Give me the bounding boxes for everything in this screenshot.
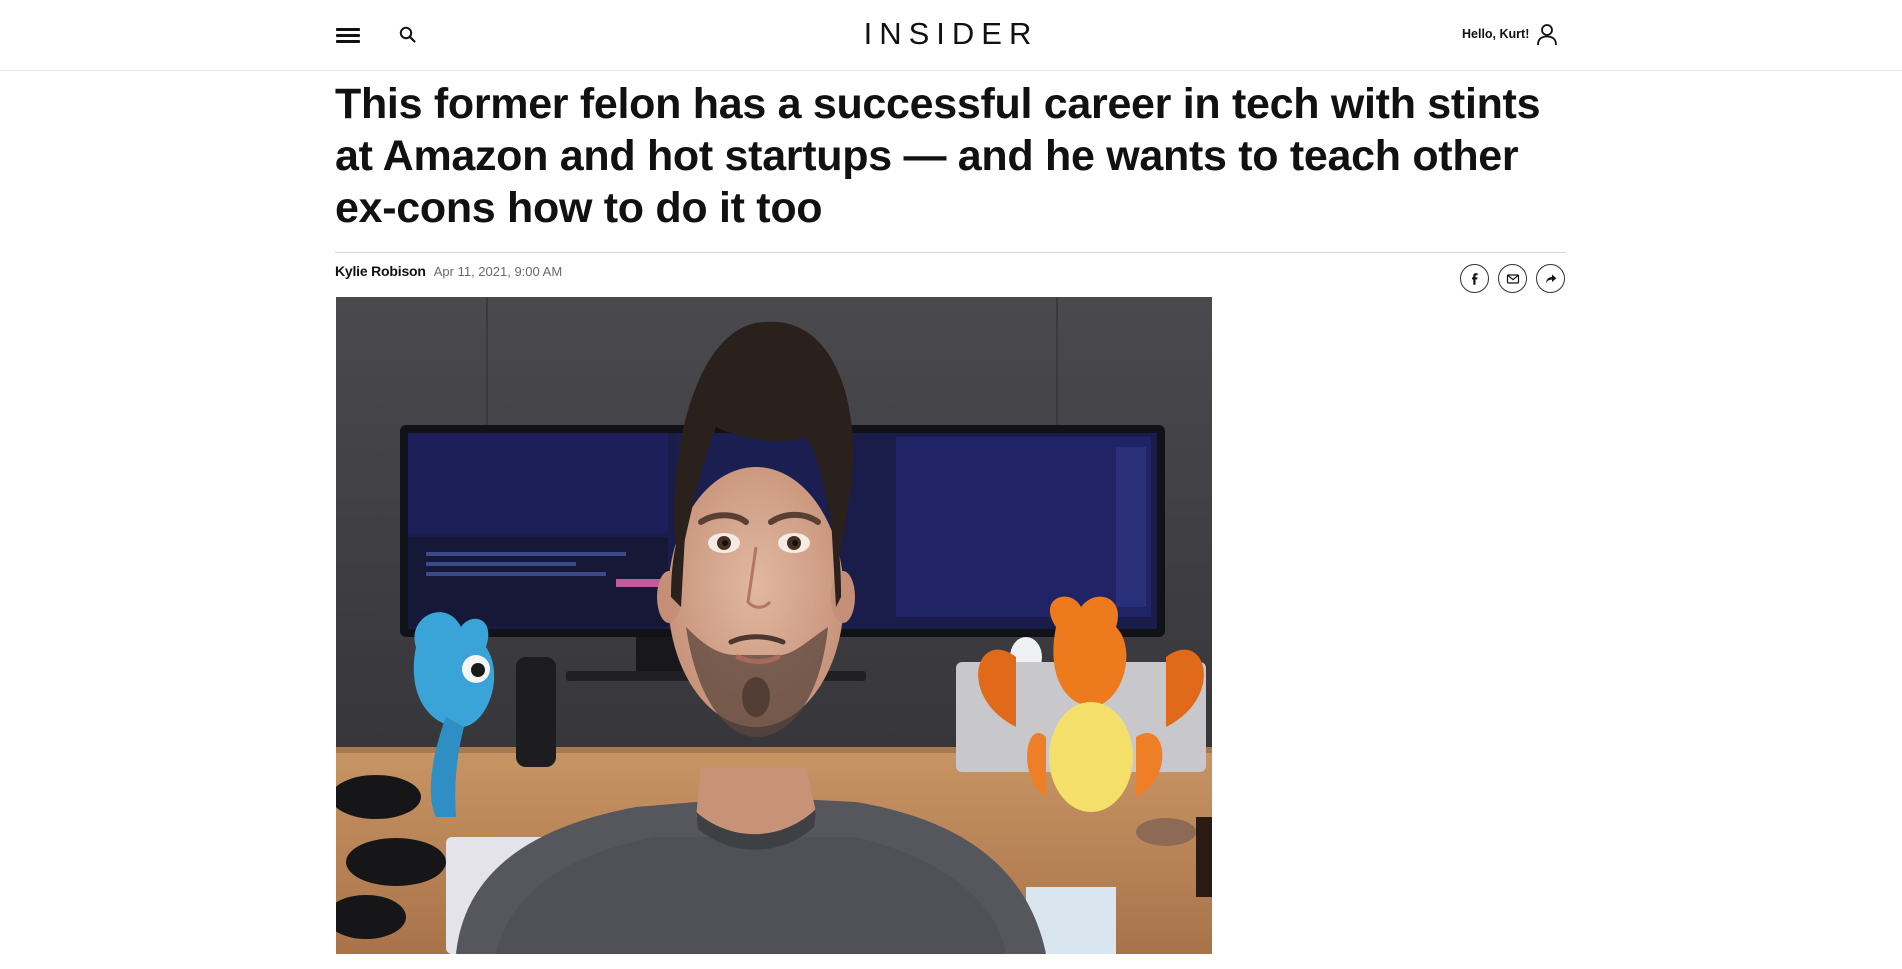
hamburger-menu-icon[interactable]: [336, 24, 360, 46]
user-greeting[interactable]: Hello, Kurt!: [1462, 27, 1529, 41]
byline: Kylie Robison Apr 11, 2021, 9:00 AM: [335, 263, 562, 279]
share-forward-icon: [1545, 274, 1556, 283]
publish-date: Apr 11, 2021, 9:00 AM: [433, 264, 563, 279]
facebook-icon: [1471, 272, 1478, 285]
more-share-button[interactable]: [1536, 264, 1565, 293]
email-share-button[interactable]: [1498, 264, 1527, 293]
headline-divider: [335, 252, 1566, 253]
author-link[interactable]: Kylie Robison: [335, 263, 426, 279]
search-icon[interactable]: [398, 25, 418, 45]
facebook-share-button[interactable]: [1460, 264, 1489, 293]
top-navigation-bar: INSIDER Hello, Kurt!: [0, 0, 1902, 71]
hero-image: [336, 297, 1212, 954]
user-icon[interactable]: [1536, 23, 1558, 47]
insider-logo[interactable]: INSIDER: [864, 16, 1039, 51]
email-icon: [1506, 273, 1519, 284]
article-headline: This former felon has a successful caree…: [335, 80, 1541, 232]
